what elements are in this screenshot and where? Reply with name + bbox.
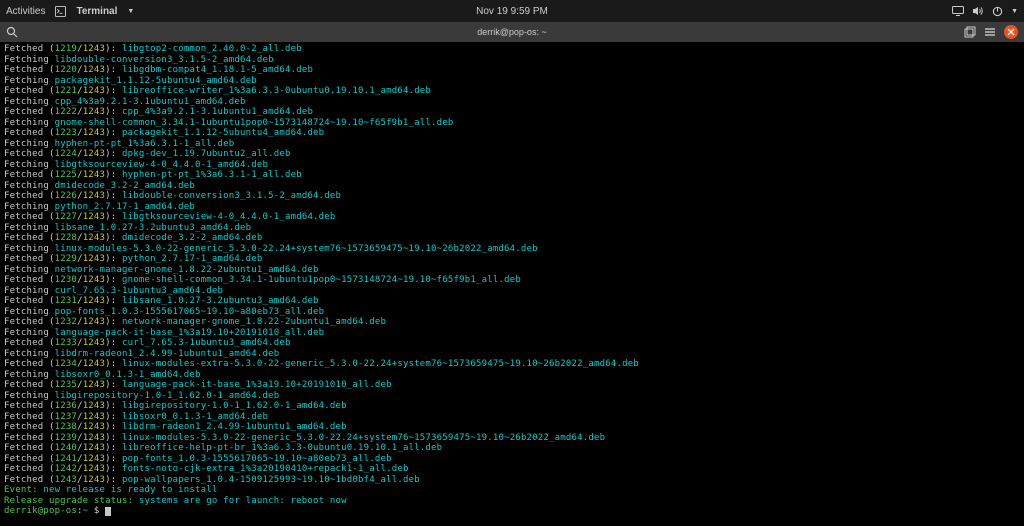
volume-icon[interactable] — [972, 6, 984, 16]
power-icon[interactable] — [992, 6, 1003, 17]
activities-button[interactable]: Activities — [6, 6, 45, 17]
app-menu-arrow-icon[interactable]: ▼ — [127, 8, 134, 15]
app-name[interactable]: Terminal — [76, 6, 117, 17]
close-icon[interactable] — [1004, 25, 1018, 39]
window-title: derrik@pop-os: ~ — [477, 27, 546, 37]
window-titlebar: derrik@pop-os: ~ — [0, 22, 1024, 42]
hamburger-icon[interactable] — [984, 27, 996, 37]
gnome-topbar: Activities Terminal ▼ Nov 19 9:59 PM ▼ — [0, 0, 1024, 22]
terminal-app-icon[interactable] — [55, 6, 66, 17]
system-menu-arrow-icon[interactable]: ▼ — [1011, 8, 1018, 15]
screen-icon[interactable] — [952, 6, 964, 16]
new-tab-icon[interactable] — [964, 26, 976, 38]
search-icon[interactable] — [6, 26, 18, 38]
clock[interactable]: Nov 19 9:59 PM — [476, 6, 548, 17]
cursor — [105, 507, 111, 516]
terminal-output[interactable]: Fetched (1219/1243): libgtop2-common_2.4… — [0, 42, 1024, 526]
